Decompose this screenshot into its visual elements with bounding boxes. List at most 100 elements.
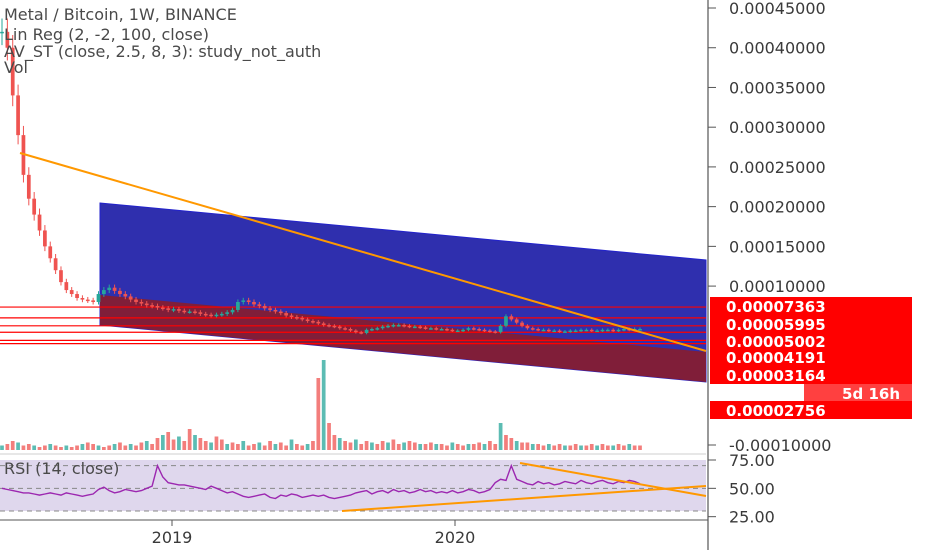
volume-bar [311, 441, 315, 450]
candle-body [107, 287, 112, 291]
volume-bar [353, 439, 358, 450]
volume-bar [327, 423, 331, 450]
candle-body [91, 300, 96, 302]
volume-bar [359, 444, 364, 450]
candle-body [445, 328, 449, 331]
volume-bar [391, 439, 396, 450]
volume-bar [273, 444, 278, 450]
candle-body [514, 319, 519, 323]
volume-bar [182, 441, 187, 450]
candle-body [332, 325, 337, 328]
volume-bar [139, 442, 144, 450]
candle-body [59, 270, 63, 283]
volume-bar [166, 432, 171, 450]
volume-bar [530, 444, 535, 450]
candle-body [364, 329, 369, 333]
candle-body [418, 326, 423, 329]
volume-bar [589, 444, 594, 450]
volume-bar [412, 442, 417, 450]
volume-bar [509, 438, 514, 450]
volume-bar [616, 444, 621, 450]
candle-body [273, 309, 278, 312]
volume-bar [407, 441, 412, 450]
candle-body [488, 330, 492, 333]
volume-bar [209, 442, 213, 450]
candle-body [450, 329, 455, 332]
volume-bar [69, 447, 74, 450]
volume-bar [91, 444, 96, 450]
volume-bar [343, 441, 347, 450]
avst-label[interactable]: AV_ST (close, 2.5, 8, 3): study_not_auth [4, 42, 321, 62]
candle-body [311, 321, 315, 323]
candle-body [611, 329, 616, 332]
volume-bar [198, 438, 203, 450]
candle-body [471, 328, 476, 330]
candle-body [16, 95, 20, 136]
price-tick-label: 0.00020000 [729, 198, 826, 217]
candle-body [412, 326, 417, 329]
candle-body [295, 317, 299, 319]
volume-bar [504, 435, 508, 450]
volume-bar [434, 444, 439, 450]
candle-body [386, 325, 390, 328]
volume-bar [493, 444, 498, 450]
candle-body [359, 332, 364, 334]
volume-bar [134, 445, 138, 450]
volume-bar [171, 439, 176, 450]
volume-bar [380, 441, 385, 450]
volume-bar [128, 444, 133, 450]
candle-body [43, 230, 47, 247]
candle-body [622, 328, 626, 331]
volume-bar [230, 442, 235, 450]
price-tick-label: 0.00015000 [729, 237, 826, 256]
volume-bar [85, 442, 90, 450]
candle-body [225, 312, 230, 314]
x-tick-2020: 2020 [435, 528, 476, 547]
candle-body [498, 325, 503, 333]
price-tick-label: 0.00045000 [729, 0, 826, 18]
volume-bar [498, 423, 503, 450]
candle-body [241, 300, 246, 302]
x-tick-2019: 2019 [152, 528, 193, 547]
candle-body [85, 299, 90, 302]
candle-body [166, 308, 171, 310]
price-tick-label: 0.00030000 [729, 118, 826, 137]
vol-label[interactable]: Vol [4, 58, 28, 77]
volume-bar [402, 442, 406, 450]
volume-bar [252, 444, 256, 450]
volume-bar [563, 445, 567, 450]
volume-bar [568, 445, 573, 450]
volume-bar [520, 442, 524, 450]
volume-bar [332, 435, 337, 450]
candle-body [429, 328, 433, 330]
candle-body [69, 290, 74, 295]
candle-body [552, 330, 557, 333]
candle-body [305, 319, 310, 322]
volume-bar [241, 441, 246, 450]
candle-body [461, 329, 465, 332]
volume-bar [627, 444, 632, 450]
volume-bar [337, 438, 342, 450]
candle-body [466, 328, 471, 330]
volume-bar [450, 442, 455, 450]
price-tag-label: 0.00005995 [726, 316, 826, 334]
candle-body [171, 309, 176, 311]
volume-bar [219, 439, 224, 450]
candle-body [455, 330, 460, 333]
volume-bar [488, 441, 492, 450]
candle-body [600, 329, 605, 332]
volume-bar [525, 442, 530, 450]
volume-bar [364, 441, 369, 450]
volume-bar [514, 441, 519, 450]
candle-body [268, 308, 272, 310]
chart-canvas[interactable]: 0.00045000 0.00040000 0.00035000 0.00030000… [0, 0, 932, 550]
rsi-label[interactable]: RSI (14, close) [4, 459, 119, 478]
volume-bar [75, 445, 79, 450]
volume-bar [16, 442, 20, 450]
price-tag-label: 5d 16h [842, 385, 900, 403]
price-tick-label: 0.00025000 [729, 158, 826, 177]
price-tag-label: 0.00004191 [726, 349, 826, 367]
symbol-title[interactable]: Metal / Bitcoin, 1W, BINANCE [4, 5, 237, 24]
volume-bar [573, 444, 578, 450]
candle-body [573, 330, 578, 333]
